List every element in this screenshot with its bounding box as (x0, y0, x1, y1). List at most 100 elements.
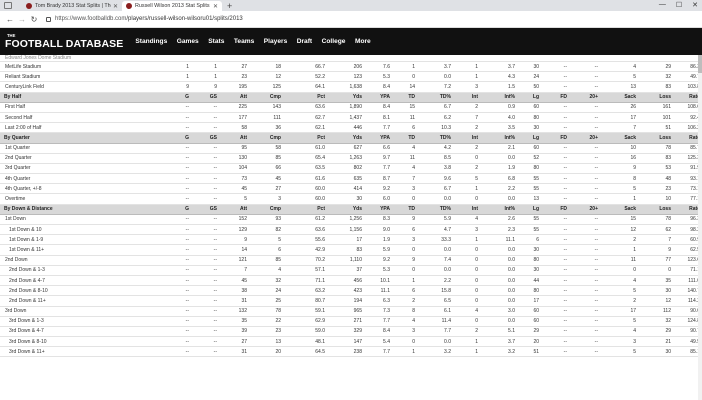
column-header[interactable]: TD% (417, 132, 453, 144)
column-header[interactable]: Sack (600, 92, 638, 103)
column-header[interactable]: Pct (283, 204, 327, 215)
page-scrollbar[interactable] (698, 55, 702, 400)
nav-draft[interactable]: Draft (297, 38, 312, 45)
tab-actions-icon[interactable] (4, 2, 12, 9)
column-header[interactable]: Att (219, 92, 249, 103)
column-header[interactable]: YPA (364, 132, 392, 144)
table-cell: 4 (392, 143, 417, 154)
column-header[interactable]: TD% (417, 204, 453, 215)
table-cell: 13 (249, 336, 283, 348)
table-cell: 8.7 (364, 173, 392, 185)
column-header[interactable]: Lg (517, 132, 541, 144)
column-header[interactable]: Pct (283, 132, 327, 144)
column-header[interactable]: Int (453, 204, 480, 215)
column-header[interactable]: FD (541, 204, 569, 215)
column-header[interactable]: 20+ (569, 92, 600, 103)
nav-college[interactable]: College (322, 38, 346, 45)
new-tab-button[interactable]: + (227, 1, 232, 11)
column-header[interactable]: G (165, 92, 191, 103)
column-header[interactable]: Yds (327, 92, 364, 103)
nav-teams[interactable]: Teams (234, 38, 254, 45)
column-header[interactable]: G (165, 204, 191, 215)
column-header[interactable]: Int (453, 92, 480, 103)
column-header[interactable]: Int% (480, 132, 517, 144)
table-cell: 1 (392, 275, 417, 287)
nav-more[interactable]: More (355, 38, 371, 45)
section-title: By Half (0, 92, 165, 103)
scrollbar-thumb[interactable] (698, 55, 702, 73)
table-cell: -- (541, 81, 569, 93)
column-header[interactable]: Yds (327, 204, 364, 215)
table-cell: 5 (600, 285, 638, 297)
site-logo[interactable]: THE FOOTBALL DATABASE (5, 33, 123, 49)
table-cell: 17 (517, 295, 541, 307)
table-cell: 3.7 (480, 61, 517, 73)
nav-games[interactable]: Games (177, 38, 199, 45)
column-header[interactable]: Loss (638, 204, 673, 215)
column-header[interactable]: Att (219, 204, 249, 215)
table-cell: 0.9 (480, 102, 517, 113)
url-field[interactable]: https://www.footballdb.com/players/russe… (46, 13, 702, 25)
column-header[interactable]: Lg (517, 92, 541, 103)
column-header[interactable]: TD (392, 204, 417, 215)
column-header[interactable]: TD (392, 132, 417, 144)
column-header[interactable]: Cmp (249, 92, 283, 103)
table-cell: 112 (638, 306, 673, 317)
column-header[interactable]: Att (219, 132, 249, 144)
table-cell: 414 (327, 183, 364, 195)
column-header[interactable]: GS (191, 92, 219, 103)
table-cell: 446 (327, 122, 364, 134)
table-cell: 3.7 (417, 61, 453, 73)
split-label: 3rd Down (0, 306, 165, 317)
column-header[interactable]: FD (541, 92, 569, 103)
close-icon[interactable]: ✕ (113, 3, 118, 10)
column-header[interactable]: Sack (600, 204, 638, 215)
table-cell: 31 (219, 346, 249, 358)
table-cell: 42.9 (283, 244, 327, 256)
column-header[interactable]: YPA (364, 204, 392, 215)
column-header[interactable]: TD (392, 92, 417, 103)
column-header[interactable]: Pct (283, 92, 327, 103)
nav-standings[interactable]: Standings (135, 38, 167, 45)
close-icon[interactable]: ✕ (213, 3, 218, 10)
column-header[interactable]: 20+ (569, 132, 600, 144)
close-window-button[interactable]: ✕ (692, 1, 698, 9)
table-cell: 635 (327, 173, 364, 185)
browser-tab-1[interactable]: Russell Wilson 2013 Stat Splits | ✕ (122, 1, 222, 11)
column-header[interactable]: Int% (480, 92, 517, 103)
column-header[interactable]: Cmp (249, 204, 283, 215)
table-cell: 2 (453, 143, 480, 154)
column-header[interactable]: Loss (638, 92, 673, 103)
column-header[interactable]: Cmp (249, 132, 283, 144)
forward-icon[interactable]: → (16, 15, 28, 24)
refresh-icon[interactable]: ↻ (28, 15, 40, 24)
table-cell: 20 (249, 346, 283, 358)
column-header[interactable]: GS (191, 204, 219, 215)
site-favicon-icon (26, 3, 32, 9)
column-header[interactable]: GS (191, 132, 219, 144)
nav-players[interactable]: Players (264, 38, 287, 45)
table-cell: -- (541, 102, 569, 113)
maximize-button[interactable]: ☐ (676, 1, 682, 9)
column-header[interactable]: Lg (517, 204, 541, 215)
column-header[interactable]: Loss (638, 132, 673, 144)
column-header[interactable]: Int (453, 132, 480, 144)
column-header[interactable]: YPA (364, 92, 392, 103)
column-header[interactable]: TD% (417, 92, 453, 103)
column-header[interactable]: Sack (600, 132, 638, 144)
back-icon[interactable]: ← (4, 15, 16, 24)
table-cell: 1,890 (327, 102, 364, 113)
browser-tab-0[interactable]: Tom Brady 2013 Stat Splits | The ✕ (22, 1, 122, 11)
minimize-button[interactable]: — (659, 1, 666, 9)
table-cell: 0 (453, 275, 480, 287)
table-cell: 64.1 (283, 81, 327, 93)
column-header[interactable]: FD (541, 132, 569, 144)
table-cell: 11.1 (364, 285, 392, 297)
column-header[interactable]: Int% (480, 204, 517, 215)
nav-stats[interactable]: Stats (208, 38, 224, 45)
column-header[interactable]: 20+ (569, 204, 600, 215)
column-header[interactable]: G (165, 132, 191, 144)
column-header[interactable]: Yds (327, 132, 364, 144)
table-cell: -- (165, 275, 191, 287)
table-cell: -- (191, 214, 219, 226)
